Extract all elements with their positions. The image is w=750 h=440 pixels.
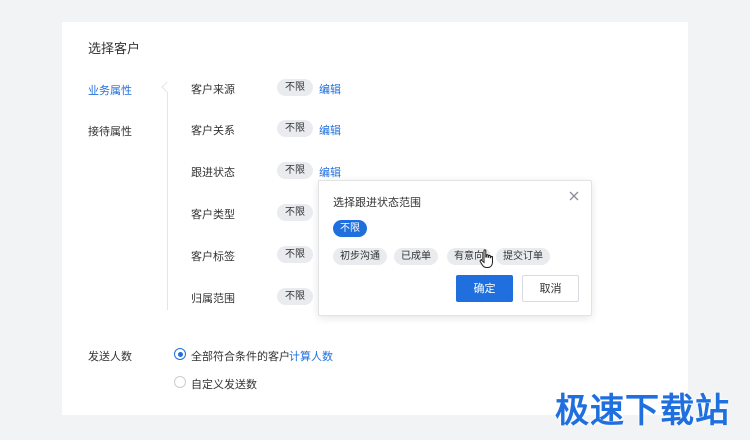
edit-link[interactable]: 编辑	[319, 81, 341, 97]
sidebar-divider	[167, 82, 168, 310]
filter-value-chip[interactable]: 不限	[277, 246, 313, 263]
filter-value-chip[interactable]: 不限	[277, 204, 313, 221]
hand-cursor-icon	[479, 249, 495, 269]
filter-label: 客户来源	[191, 83, 235, 96]
status-option-closed-deal[interactable]: 已成单	[394, 248, 438, 265]
filter-label: 客户标签	[191, 250, 235, 263]
edit-link[interactable]: 编辑	[319, 164, 341, 180]
filter-label: 客户关系	[191, 124, 235, 137]
radio-all-matching[interactable]	[174, 348, 186, 360]
radio-custom-count[interactable]	[174, 376, 186, 388]
filter-value-chip[interactable]: 不限	[277, 162, 313, 179]
close-icon[interactable]	[567, 189, 581, 203]
status-option-initial-contact[interactable]: 初步沟通	[333, 248, 387, 265]
popup-title: 选择跟进状态范围	[333, 196, 421, 209]
watermark-logo-text: 极速下载站	[555, 391, 730, 431]
status-option-order-submitted[interactable]: 提交订单	[496, 248, 550, 265]
page-title: 选择客户	[88, 42, 141, 57]
sidebar-item-business-attributes[interactable]: 业务属性	[88, 82, 132, 98]
status-option-unlimited[interactable]: 不限	[333, 220, 367, 237]
calculate-count-link[interactable]: 计算人数	[289, 348, 333, 364]
follow-status-popup: 选择跟进状态范围 不限 初步沟通 已成单 有意向 提交订单 确定 取消	[318, 180, 592, 316]
edit-link[interactable]: 编辑	[319, 122, 341, 138]
sidebar-item-reception-attributes[interactable]: 接待属性	[88, 123, 132, 139]
filter-value-chip[interactable]: 不限	[277, 79, 313, 96]
filter-label: 归属范围	[191, 292, 235, 305]
filter-label: 跟进状态	[191, 166, 235, 179]
radio-all-matching-label[interactable]: 全部符合条件的客户	[191, 348, 290, 364]
filter-value-chip[interactable]: 不限	[277, 288, 313, 305]
send-count-label: 发送人数	[88, 350, 132, 363]
filter-label: 客户类型	[191, 208, 235, 221]
confirm-button[interactable]: 确定	[456, 275, 513, 302]
cancel-button[interactable]: 取消	[522, 275, 579, 302]
filter-value-chip[interactable]: 不限	[277, 120, 313, 137]
radio-custom-count-label[interactable]: 自定义发送数	[191, 376, 257, 392]
